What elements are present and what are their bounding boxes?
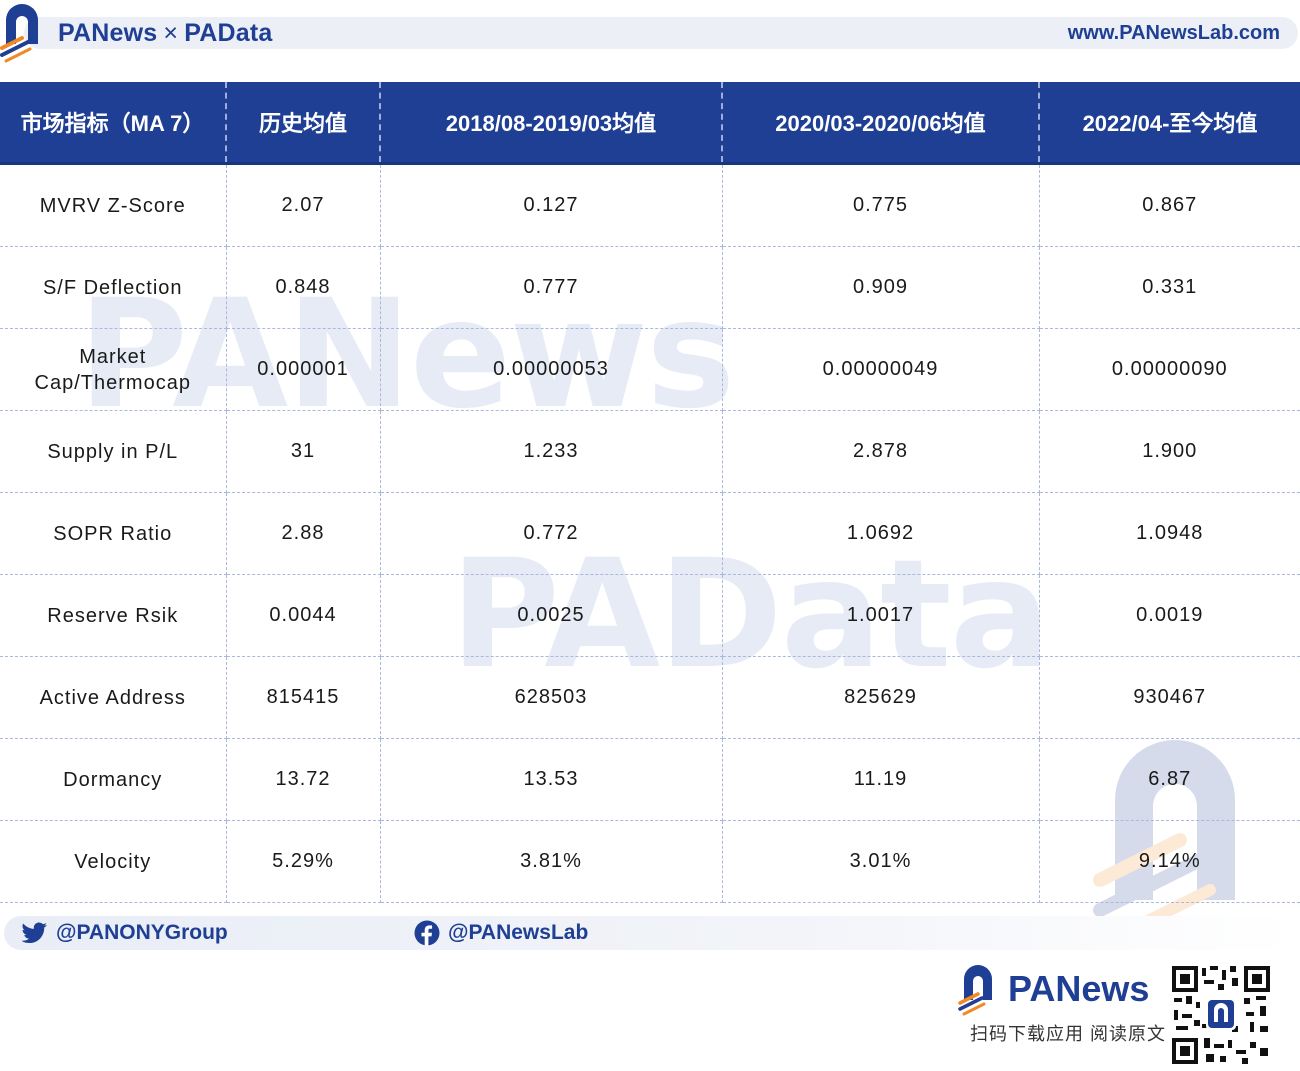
column-header-2018-2019-mean: 2018/08-2019/03均值 (380, 82, 723, 165)
brand-title: PANews × PAData (58, 17, 272, 49)
table-cell: 3.01% (722, 820, 1040, 903)
table-cell: 1.900 (1039, 410, 1300, 493)
table-row: Market Cap/Thermocap 0.000001 0.00000053… (0, 328, 1300, 411)
table-cell: 0.0019 (1039, 574, 1300, 657)
qr-code-icon[interactable] (1170, 964, 1272, 1066)
table-cell: 11.19 (722, 738, 1040, 821)
table-row: Supply in P/L 31 1.233 2.878 1.900 (0, 410, 1300, 493)
table-row: Active Address 815415 628503 825629 9304… (0, 656, 1300, 739)
table-row: Velocity 5.29% 3.81% 3.01% 9.14% (0, 820, 1300, 903)
metric-name: MVRV Z-Score (0, 163, 227, 247)
table-cell: 13.53 (380, 738, 723, 821)
table-cell: 0.127 (380, 163, 723, 247)
table-cell: 0.777 (380, 246, 723, 329)
table-cell: 0.772 (380, 492, 723, 575)
table-cell: 0.0025 (380, 574, 723, 657)
table-cell: 0.0044 (226, 574, 381, 657)
table-cell: 825629 (722, 656, 1040, 739)
table-cell: 930467 (1039, 656, 1300, 739)
table-row: MVRV Z-Score 2.07 0.127 0.775 0.867 (0, 163, 1300, 247)
table-cell: 815415 (226, 656, 381, 739)
table-cell: 0.331 (1039, 246, 1300, 329)
brand-padata: PAData (184, 19, 273, 47)
table-cell: 6.87 (1039, 738, 1300, 821)
table-cell: 2.88 (226, 492, 381, 575)
table-cell: 628503 (380, 656, 723, 739)
table-header-row: 市场指标（MA 7） 历史均值 2018/08-2019/03均值 2020/0… (0, 82, 1300, 165)
table-cell: 31 (226, 410, 381, 493)
table-cell: 0.775 (722, 163, 1040, 247)
table-cell: 0.848 (226, 246, 381, 329)
twitter-link[interactable]: @PANONYGroup (22, 916, 228, 950)
table-row: SOPR Ratio 2.88 0.772 1.0692 1.0948 (0, 492, 1300, 575)
table-cell: 9.14% (1039, 820, 1300, 903)
metric-name: Dormancy (0, 738, 227, 821)
table-cell: 0.000001 (226, 328, 381, 411)
table-cell: 3.81% (380, 820, 723, 903)
table-cell: 0.00000049 (722, 328, 1040, 411)
column-header-historical-mean: 历史均值 (226, 82, 381, 165)
twitter-icon (22, 922, 47, 943)
table-row: Reserve Rsik 0.0044 0.0025 1.0017 0.0019 (0, 574, 1300, 657)
footer-brand: PANews (1008, 968, 1150, 1009)
brand-separator: × (163, 19, 179, 47)
page-header: PANews × PAData www.PANewsLab.com (0, 0, 1300, 66)
table-row: Dormancy 13.72 13.53 11.19 6.87 (0, 738, 1300, 821)
metric-name: Velocity (0, 820, 227, 903)
column-header-2020-mean: 2020/03-2020/06均值 (722, 82, 1040, 165)
column-header-metric: 市场指标（MA 7） (0, 82, 227, 165)
footer-caption: 扫码下载应用 阅读原文 (970, 1024, 1166, 1044)
table-cell: 1.0948 (1039, 492, 1300, 575)
column-header-2022-mean: 2022/04-至今均值 (1039, 82, 1300, 165)
facebook-link[interactable]: @PANewsLab (414, 916, 588, 950)
metric-name: S/F Deflection (0, 246, 227, 329)
table-cell: 0.00000053 (380, 328, 723, 411)
table-cell: 5.29% (226, 820, 381, 903)
facebook-handle: @PANewsLab (448, 921, 589, 944)
table-cell: 0.909 (722, 246, 1040, 329)
table-cell: 2.878 (722, 410, 1040, 493)
metric-name: Supply in P/L (0, 410, 227, 493)
metric-name: SOPR Ratio (0, 492, 227, 575)
table-cell: 0.867 (1039, 163, 1300, 247)
metrics-table: 市场指标（MA 7） 历史均值 2018/08-2019/03均值 2020/0… (0, 82, 1300, 903)
twitter-handle: @PANONYGroup (56, 921, 228, 944)
footer-panews-logo-icon (958, 965, 992, 1016)
brand-panews: PANews (58, 19, 158, 47)
metric-name: Active Address (0, 656, 227, 739)
table-cell: 13.72 (226, 738, 381, 821)
table-row: S/F Deflection 0.848 0.777 0.909 0.331 (0, 246, 1300, 329)
table-cell: 1.0017 (722, 574, 1040, 657)
table-cell: 1.233 (380, 410, 723, 493)
table-cell: 2.07 (226, 163, 381, 247)
site-url[interactable]: www.PANewsLab.com (1068, 17, 1280, 49)
table-cell: 0.00000090 (1039, 328, 1300, 411)
metric-name: Reserve Rsik (0, 574, 227, 657)
facebook-icon (414, 920, 440, 946)
metric-name: Market Cap/Thermocap (0, 328, 227, 411)
table-cell: 1.0692 (722, 492, 1040, 575)
panews-logo-icon (0, 4, 38, 63)
